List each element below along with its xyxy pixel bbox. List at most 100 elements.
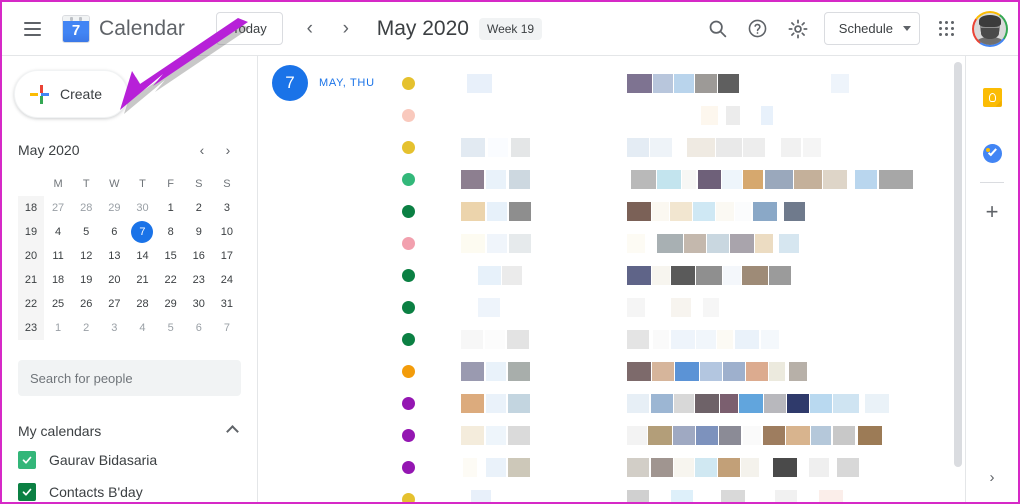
mini-calendar-day[interactable]: 3 bbox=[100, 316, 128, 340]
mini-calendar-day[interactable]: 7 bbox=[213, 316, 241, 340]
event-row[interactable] bbox=[387, 292, 965, 324]
add-addon-button[interactable]: + bbox=[975, 195, 1009, 229]
mini-calendar-day[interactable]: 23 bbox=[185, 268, 213, 292]
mini-calendar-day[interactable]: 15 bbox=[157, 244, 185, 268]
tasks-icon[interactable] bbox=[975, 136, 1009, 170]
event-text-redacted bbox=[775, 490, 797, 502]
view-mode-dropdown[interactable]: Schedule bbox=[823, 12, 920, 45]
event-row[interactable] bbox=[387, 228, 965, 260]
event-row[interactable] bbox=[387, 260, 965, 292]
main-scrollbar[interactable] bbox=[954, 62, 962, 482]
mini-calendar-day[interactable]: 12 bbox=[72, 244, 100, 268]
event-row[interactable] bbox=[387, 164, 965, 196]
page-title: May 2020 bbox=[376, 16, 469, 40]
my-calendars-header[interactable]: My calendars bbox=[18, 418, 241, 444]
mini-calendar-day[interactable]: 11 bbox=[44, 244, 72, 268]
mini-calendar-day[interactable]: 29 bbox=[157, 292, 185, 316]
mini-calendar-day[interactable]: 5 bbox=[72, 220, 100, 244]
event-row[interactable] bbox=[387, 420, 965, 452]
keep-icon[interactable] bbox=[975, 80, 1009, 114]
today-button[interactable]: Today bbox=[216, 12, 283, 45]
mini-calendar-day[interactable]: 27 bbox=[44, 196, 72, 220]
event-row[interactable] bbox=[387, 324, 965, 356]
mini-calendar-day[interactable]: 2 bbox=[72, 316, 100, 340]
mini-calendar-day[interactable]: 27 bbox=[100, 292, 128, 316]
event-text-redacted bbox=[695, 74, 717, 93]
mini-calendar-day[interactable]: 4 bbox=[128, 316, 156, 340]
calendar-checkbox[interactable] bbox=[18, 451, 36, 469]
gear-icon[interactable] bbox=[778, 9, 818, 49]
event-color-dot bbox=[402, 301, 415, 314]
mini-calendar-day[interactable]: 21 bbox=[128, 268, 156, 292]
mini-calendar-day[interactable]: 20 bbox=[100, 268, 128, 292]
hamburger-icon[interactable] bbox=[12, 9, 52, 49]
mini-calendar-day[interactable]: 25 bbox=[44, 292, 72, 316]
my-calendars-section: My calendars Gaurav Bidasaria Contacts B'… bbox=[18, 418, 241, 502]
mini-calendar-next-button[interactable]: › bbox=[215, 137, 241, 163]
expand-panel-button[interactable]: › bbox=[977, 462, 1007, 492]
mini-calendar-day[interactable]: 1 bbox=[44, 316, 72, 340]
mini-calendar-day[interactable]: 18 bbox=[44, 268, 72, 292]
mini-calendar-day[interactable]: 24 bbox=[213, 268, 241, 292]
mini-calendar-day[interactable]: 26 bbox=[72, 292, 100, 316]
mini-calendar-day[interactable]: 7 bbox=[128, 220, 156, 244]
calendar-list-item[interactable]: Contacts B'day bbox=[18, 476, 241, 502]
event-text-redacted bbox=[809, 458, 829, 477]
event-text-redacted bbox=[508, 362, 530, 381]
event-text-redacted bbox=[726, 106, 740, 125]
search-people-input[interactable] bbox=[18, 360, 241, 396]
mini-calendar-day[interactable]: 13 bbox=[100, 244, 128, 268]
mini-calendar-day[interactable]: 4 bbox=[44, 220, 72, 244]
event-text-redacted bbox=[461, 202, 485, 221]
mini-calendar-day[interactable]: 3 bbox=[213, 196, 241, 220]
avatar[interactable] bbox=[972, 10, 1008, 47]
calendar-logo-icon: 7 bbox=[62, 14, 90, 43]
create-button[interactable]: Create bbox=[14, 70, 128, 118]
mini-calendar-day[interactable]: 10 bbox=[213, 220, 241, 244]
apps-grid-icon[interactable] bbox=[926, 9, 966, 49]
mini-calendar-day[interactable]: 14 bbox=[128, 244, 156, 268]
next-period-button[interactable]: › bbox=[329, 12, 363, 46]
mini-calendar-day[interactable]: 2 bbox=[185, 196, 213, 220]
search-icon[interactable] bbox=[698, 9, 738, 49]
event-row[interactable] bbox=[387, 484, 965, 502]
brand-logo-link[interactable]: 7 Calendar bbox=[62, 14, 185, 43]
event-text-redacted bbox=[764, 394, 786, 413]
mini-calendar-day[interactable]: 5 bbox=[157, 316, 185, 340]
mini-calendar-prev-button[interactable]: ‹ bbox=[189, 137, 215, 163]
event-row[interactable] bbox=[387, 388, 965, 420]
help-icon[interactable] bbox=[738, 9, 778, 49]
mini-calendar-day[interactable]: 28 bbox=[72, 196, 100, 220]
previous-period-button[interactable]: ‹ bbox=[293, 12, 327, 46]
event-row[interactable] bbox=[387, 196, 965, 228]
mini-calendar-day[interactable]: 19 bbox=[72, 268, 100, 292]
event-row[interactable] bbox=[387, 100, 965, 132]
mini-calendar-day[interactable]: 16 bbox=[185, 244, 213, 268]
mini-calendar-day[interactable]: 30 bbox=[128, 196, 156, 220]
event-text-redacted bbox=[461, 394, 484, 413]
mini-calendar-day[interactable]: 6 bbox=[100, 220, 128, 244]
mini-calendar-day[interactable]: 29 bbox=[100, 196, 128, 220]
mini-calendar-day[interactable]: 9 bbox=[185, 220, 213, 244]
mini-calendar-day[interactable]: 8 bbox=[157, 220, 185, 244]
mini-calendar-day[interactable]: 31 bbox=[213, 292, 241, 316]
mini-calendar-day[interactable]: 28 bbox=[128, 292, 156, 316]
mini-calendar-day[interactable]: 17 bbox=[213, 244, 241, 268]
event-text-redacted bbox=[675, 362, 699, 381]
view-mode-label: Schedule bbox=[838, 21, 893, 36]
event-text-redacted bbox=[486, 458, 506, 477]
scrollbar-thumb[interactable] bbox=[954, 62, 962, 467]
event-color-dot bbox=[402, 237, 415, 250]
mini-calendar-day[interactable]: 30 bbox=[185, 292, 213, 316]
event-row[interactable] bbox=[387, 132, 965, 164]
mini-calendar-day[interactable]: 6 bbox=[185, 316, 213, 340]
event-row[interactable] bbox=[387, 452, 965, 484]
calendar-list-item[interactable]: Gaurav Bidasaria bbox=[18, 444, 241, 476]
calendar-checkbox[interactable] bbox=[18, 483, 36, 501]
event-row[interactable] bbox=[387, 68, 965, 100]
event-row[interactable] bbox=[387, 356, 965, 388]
mini-calendar-day[interactable]: 1 bbox=[157, 196, 185, 220]
mini-calendar-day[interactable]: 22 bbox=[157, 268, 185, 292]
calendar-list-item-label: Contacts B'day bbox=[49, 484, 143, 500]
calendar-list: Gaurav Bidasaria Contacts B'day bbox=[18, 444, 241, 502]
